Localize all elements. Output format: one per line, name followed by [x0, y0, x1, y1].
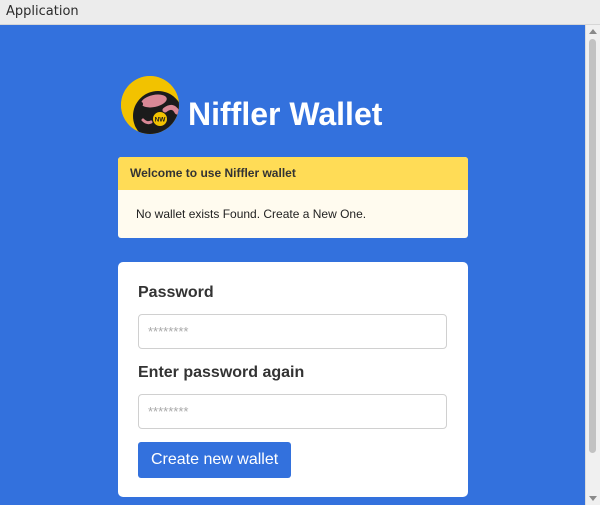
create-wallet-form: Password Enter password again Create new…: [118, 262, 468, 497]
scrollbar-thumb[interactable]: [589, 39, 596, 453]
app-viewport: NW Niffler Wallet Welcome to use Niffler…: [0, 25, 585, 505]
vertical-scrollbar[interactable]: [585, 25, 600, 505]
logo-badge-text: NW: [155, 117, 167, 124]
window-title: Application: [6, 4, 79, 19]
notice-title: Welcome to use Niffler wallet: [118, 157, 468, 190]
create-wallet-button[interactable]: Create new wallet: [138, 442, 292, 478]
niffler-logo-icon: NW: [121, 76, 179, 134]
notice-message: No wallet exists Found. Create a New One…: [136, 207, 367, 221]
niffler-logo-graphic: NW: [121, 76, 179, 134]
confirm-password-input[interactable]: [138, 394, 447, 429]
app-title: Niffler Wallet: [188, 96, 383, 132]
welcome-notice: Welcome to use Niffler wallet No wallet …: [118, 157, 468, 238]
password-input[interactable]: [138, 314, 447, 349]
scroll-down-icon[interactable]: [589, 496, 597, 501]
scroll-up-icon[interactable]: [589, 29, 597, 34]
confirm-password-label: Enter password again: [138, 364, 305, 381]
window-titlebar: Application: [0, 0, 600, 25]
password-label: Password: [138, 284, 214, 301]
